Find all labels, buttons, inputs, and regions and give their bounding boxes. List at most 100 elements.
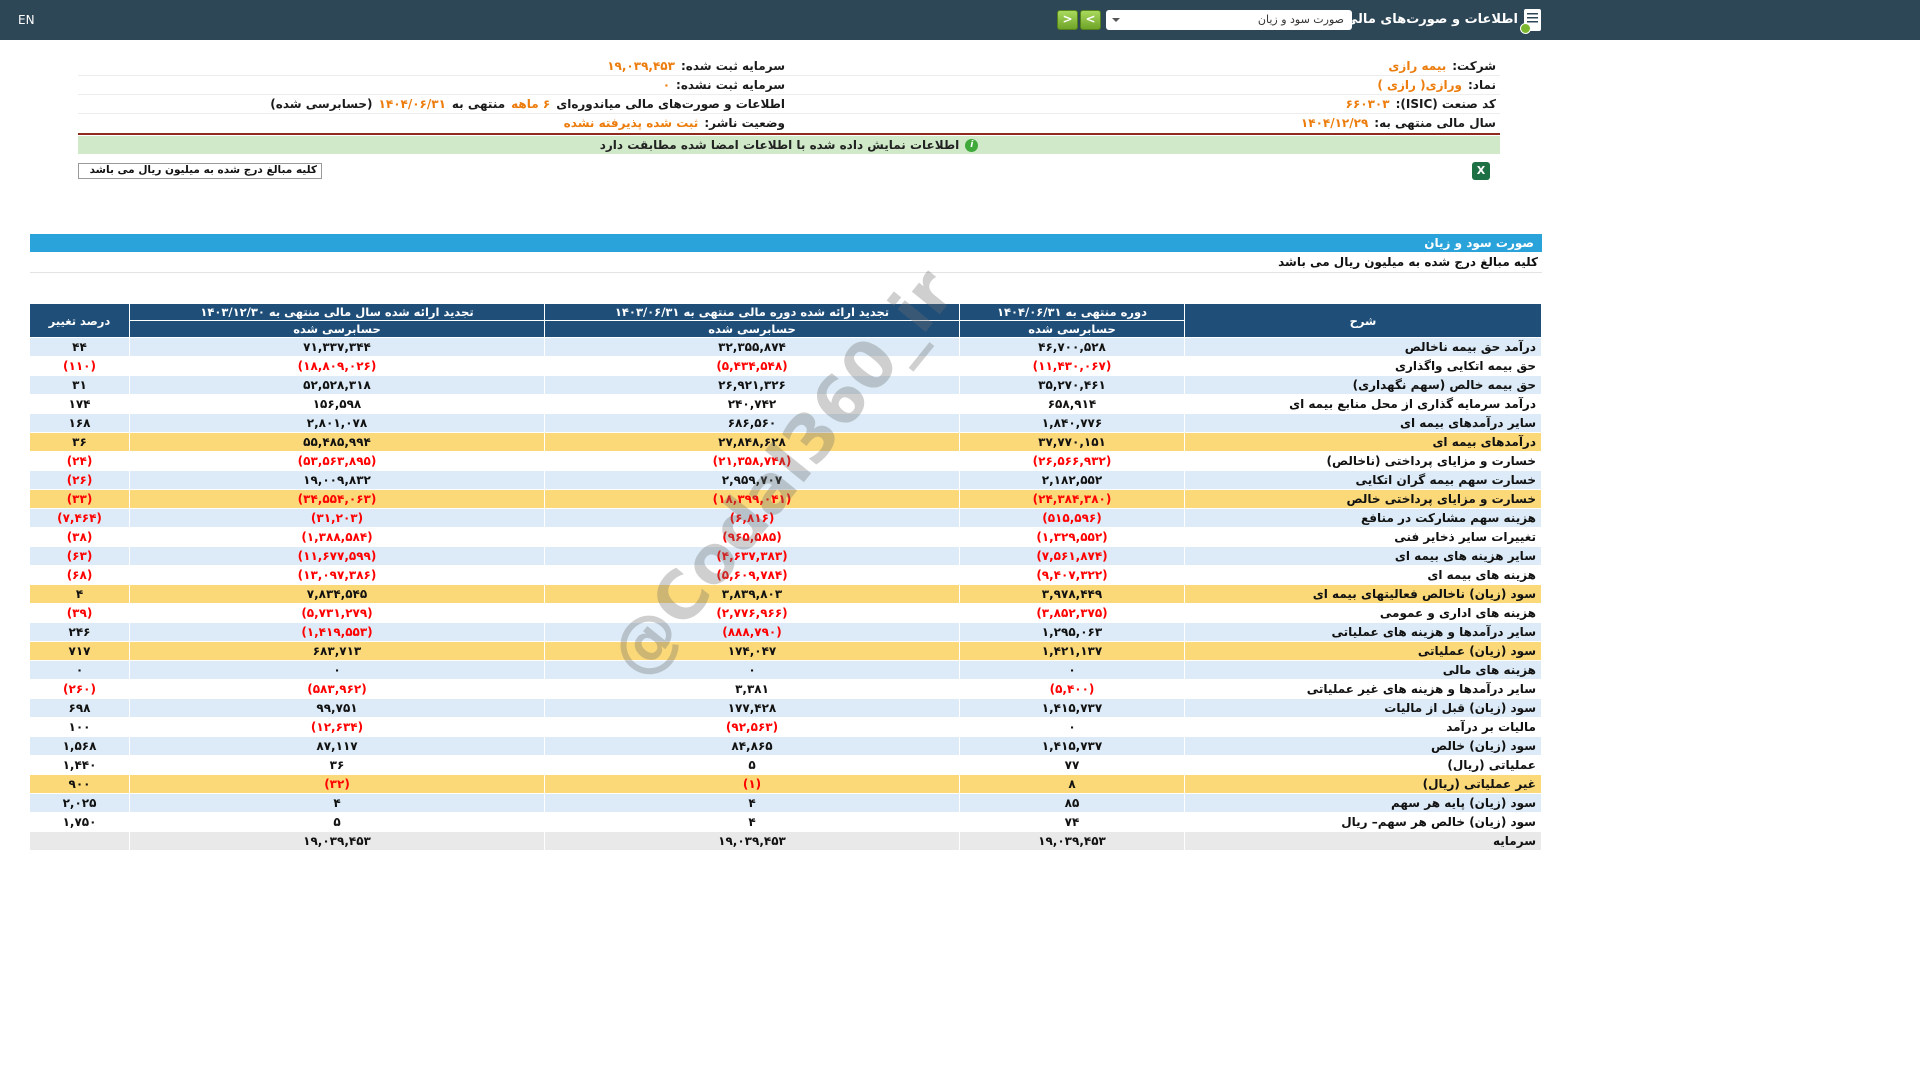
row-label: عملیاتی (ریال) bbox=[1184, 755, 1542, 775]
cell-restated-year: (۱۲,۶۳۴) bbox=[129, 717, 545, 737]
cell-current-period: ۱,۴۱۵,۷۳۷ bbox=[959, 736, 1185, 756]
field-value: بیمه رازی bbox=[1388, 59, 1447, 73]
field-label: وضعیت ناشر: bbox=[704, 116, 785, 130]
cell-restated-period: ۳,۳۸۱ bbox=[544, 679, 960, 699]
cell-restated-year: (۵,۷۳۱,۲۷۹) bbox=[129, 603, 545, 623]
cell-restated-year: (۵۳,۵۶۳,۸۹۵) bbox=[129, 451, 545, 471]
cell-current-period: (۵۱۵,۵۹۶) bbox=[959, 508, 1185, 528]
cell-current-period: ۴۶,۷۰۰,۵۲۸ bbox=[959, 337, 1185, 357]
table-row: سود (زیان) خالص ۱,۴۱۵,۷۳۷ ۸۴,۸۶۵ ۸۷,۱۱۷ ۱,۵۶… bbox=[29, 736, 1542, 756]
table-row: سایر درآمدها و هزینه های عملیاتی ۱,۲۹۵,۰۶… bbox=[29, 622, 1542, 642]
row-label: سود (زیان) عملیاتی bbox=[1184, 641, 1542, 661]
statement-line-part: (حسابرسی شده) bbox=[270, 97, 373, 111]
cell-restated-period: ۴ bbox=[544, 812, 960, 832]
cell-percent-change: (۳۳) bbox=[29, 489, 130, 509]
cell-restated-period: ۵ bbox=[544, 755, 960, 775]
report-document-icon[interactable] bbox=[1520, 9, 1541, 34]
table-row: سود (زیان) عملیاتی ۱,۴۲۱,۱۳۷ ۱۷۴,۰۴۷ ۶۸۳,۷۱… bbox=[29, 641, 1542, 661]
row-label: درآمد حق بیمه ناخالص bbox=[1184, 337, 1542, 357]
cell-restated-year: ۵ bbox=[129, 812, 545, 832]
cell-percent-change: (۲۶) bbox=[29, 470, 130, 490]
header-restated-period: تجدید ارائه شده دوره مالی منتهی به ۱۴۰۳/… bbox=[544, 303, 960, 321]
table-row: خسارت سهم بیمه گران اتکایی ۲,۱۸۲,۵۵۲ ۲,۹۵۹… bbox=[29, 470, 1542, 490]
cell-percent-change: ۲,۰۲۵ bbox=[29, 793, 130, 813]
cell-current-period: ۱,۲۹۵,۰۶۳ bbox=[959, 622, 1185, 642]
cell-restated-period: ۱۷۴,۰۴۷ bbox=[544, 641, 960, 661]
cell-restated-period: (۲۱,۳۵۸,۷۴۸) bbox=[544, 451, 960, 471]
cell-restated-period: ۶۸۶,۵۶۰ bbox=[544, 413, 960, 433]
cell-restated-period: (۴,۶۳۷,۳۸۳) bbox=[544, 546, 960, 566]
header-current-period: دوره منتهی به ۱۴۰۴/۰۶/۳۱ bbox=[959, 303, 1185, 321]
table-row: سایر درآمدها و هزینه های غیر عملیاتی (۵,۴… bbox=[29, 679, 1542, 699]
registered-capital-field: سرمایه ثبت شده: ۱۹,۰۳۹,۴۵۳ bbox=[78, 57, 789, 75]
cell-current-period: ۳,۹۷۸,۴۴۹ bbox=[959, 584, 1185, 604]
symbol-field: نماد: ورازی( رازی ) bbox=[789, 76, 1500, 94]
language-en-link[interactable]: EN bbox=[18, 0, 35, 40]
header-audited: حسابرسی شده bbox=[959, 320, 1185, 338]
table-row: هزینه سهم مشارکت در منافع (۵۱۵,۵۹۶) (۶,۸۱۶… bbox=[29, 508, 1542, 528]
table-row: درآمد سرمایه گذاری از محل منابع بیمه ای ۶… bbox=[29, 394, 1542, 414]
field-value: ثبت شده پذیرفته نشده bbox=[563, 116, 699, 130]
table-row: خسارت و مزایای پرداختی (ناخالص) (۲۶,۵۶۶,۹… bbox=[29, 451, 1542, 471]
cell-percent-change: (۱۱۰) bbox=[29, 356, 130, 376]
cell-percent-change: ۴۴ bbox=[29, 337, 130, 357]
cell-restated-period: (۹۲,۵۶۳) bbox=[544, 717, 960, 737]
prev-statement-button[interactable]: < bbox=[1057, 10, 1078, 30]
cell-restated-year: ۵۵,۴۸۵,۹۹۴ bbox=[129, 432, 545, 452]
row-label: سایر درآمدهای بیمه ای bbox=[1184, 413, 1542, 433]
row-label: خسارت سهم بیمه گران اتکایی bbox=[1184, 470, 1542, 490]
row-label: هزینه های بیمه ای bbox=[1184, 565, 1542, 585]
statement-line-highlight: ۶ ماهه bbox=[511, 97, 551, 111]
cell-percent-change: (۳۸) bbox=[29, 527, 130, 547]
cell-current-period: ۶۵۸,۹۱۴ bbox=[959, 394, 1185, 414]
cell-restated-year: ۲,۸۰۱,۰۷۸ bbox=[129, 413, 545, 433]
statement-line-date: ۱۴۰۴/۰۶/۳۱ bbox=[378, 97, 446, 111]
cell-restated-year: (۵۸۳,۹۶۲) bbox=[129, 679, 545, 699]
cell-restated-period: (۹۶۵,۵۸۵) bbox=[544, 527, 960, 547]
statement-table-body: درآمد حق بیمه ناخالص ۴۶,۷۰۰,۵۲۸ ۳۲,۳۵۵,۸۷۴… bbox=[29, 337, 1542, 851]
cell-percent-change: (۳۹) bbox=[29, 603, 130, 623]
table-row: درآمدهای بیمه ای ۳۷,۷۷۰,۱۵۱ ۲۷,۸۴۸,۶۲۸ ۵۵,۴… bbox=[29, 432, 1542, 452]
cell-restated-year: ۱۵۶,۵۹۸ bbox=[129, 394, 545, 414]
row-label: درآمد سرمایه گذاری از محل منابع بیمه ای bbox=[1184, 394, 1542, 414]
header-percent-change: درصد تغییر bbox=[29, 303, 130, 338]
table-row: غیر عملیاتی (ریال) ۸ (۱) (۳۲) ۹۰۰ bbox=[29, 774, 1542, 794]
field-label: کد صنعت (ISIC): bbox=[1395, 97, 1496, 111]
field-value: ۶۶۰۳۰۳ bbox=[1345, 97, 1390, 111]
statement-select[interactable]: صورت سود و زیان bbox=[1106, 10, 1352, 30]
cell-current-period: ۳۷,۷۷۰,۱۵۱ bbox=[959, 432, 1185, 452]
field-value: ۱۹,۰۳۹,۴۵۳ bbox=[607, 59, 675, 73]
table-row: سود (زیان) ناخالص فعالیتهای بیمه ای ۳,۹۷۸… bbox=[29, 584, 1542, 604]
row-label: سود (زیان) قبل از مالیات bbox=[1184, 698, 1542, 718]
statement-line-part: منتهی به bbox=[451, 97, 506, 111]
cell-restated-period: ۱۹,۰۳۹,۴۵۳ bbox=[544, 831, 960, 851]
signature-match-banner: i اطلاعات نمایش داده شده با اطلاعات امضا… bbox=[78, 136, 1500, 154]
statement-period-line: اطلاعات و صورت‌های مالی میاندوره‌ای ۶ ما… bbox=[78, 95, 789, 113]
table-row: حق بیمه اتکایی واگذاری (۱۱,۴۳۰,۰۶۷) (۵,۴۳۴… bbox=[29, 356, 1542, 376]
cell-percent-change: ۷۱۷ bbox=[29, 641, 130, 661]
table-row: حق بیمه خالص (سهم نگهداری) ۳۵,۲۷۰,۴۶۱ ۲۶,۹… bbox=[29, 375, 1542, 395]
cell-percent-change bbox=[29, 831, 130, 851]
table-header: شرح دوره منتهی به ۱۴۰۴/۰۶/۳۱ تجدید ارائه… bbox=[29, 303, 1542, 338]
row-label: خسارت و مزایای پرداختی (ناخالص) bbox=[1184, 451, 1542, 471]
header-sharh: شرح bbox=[1184, 303, 1542, 338]
cell-restated-period: (۵,۶۰۹,۷۸۴) bbox=[544, 565, 960, 585]
fiscal-year-field: سال مالی منتهی به: ۱۴۰۴/۱۲/۲۹ bbox=[789, 114, 1500, 133]
cell-current-period: (۱,۳۲۹,۵۵۲) bbox=[959, 527, 1185, 547]
next-statement-button[interactable]: > bbox=[1080, 10, 1101, 30]
table-row: سایر درآمدهای بیمه ای ۱,۸۴۰,۷۷۶ ۶۸۶,۵۶۰ ۲,۸… bbox=[29, 413, 1542, 433]
info-row: شرکت: بیمه رازی سرمایه ثبت شده: ۱۹,۰۳۹,۴… bbox=[78, 57, 1500, 76]
cell-restated-year: ۱۹,۰۰۹,۸۳۲ bbox=[129, 470, 545, 490]
income-statement-section: صورت سود و زیان کلیه مبالغ درج شده به می… bbox=[29, 234, 1542, 851]
cell-percent-change: ۳۱ bbox=[29, 375, 130, 395]
cell-percent-change: (۷,۴۶۴) bbox=[29, 508, 130, 528]
cell-percent-change: ۱۶۸ bbox=[29, 413, 130, 433]
row-label: سایر درآمدها و هزینه های غیر عملیاتی bbox=[1184, 679, 1542, 699]
cell-restated-period: ۰ bbox=[544, 660, 960, 680]
row-label: حق بیمه اتکایی واگذاری bbox=[1184, 356, 1542, 376]
cell-restated-year: ۵۲,۵۲۸,۳۱۸ bbox=[129, 375, 545, 395]
excel-export-icon[interactable]: X bbox=[1472, 162, 1490, 180]
cell-current-period: (۲۴,۳۸۴,۳۸۰) bbox=[959, 489, 1185, 509]
field-label: سرمایه ثبت نشده: bbox=[676, 78, 785, 92]
header-audited: حسابرسی شده bbox=[129, 320, 545, 338]
